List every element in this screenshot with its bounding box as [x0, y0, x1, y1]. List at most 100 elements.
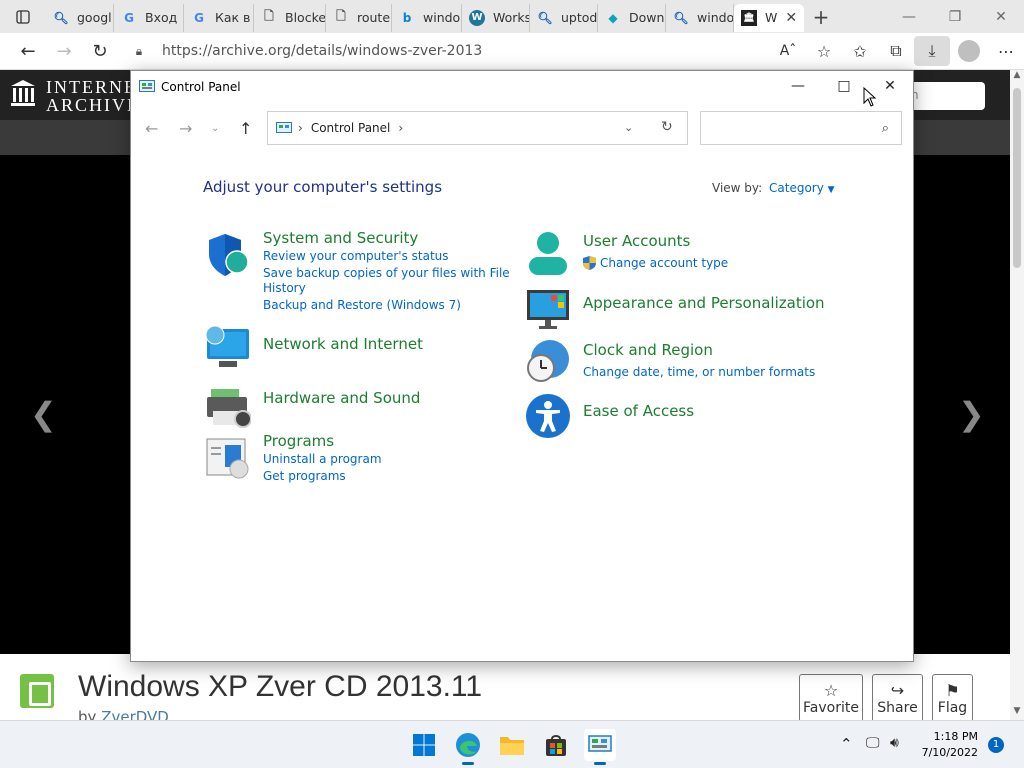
store-bag-icon — [546, 735, 566, 756]
link-get-programs[interactable]: Get programs — [263, 469, 346, 483]
programs-icon[interactable] — [205, 435, 251, 481]
user-accounts-icon[interactable] — [525, 231, 571, 277]
file-explorer-taskbar-button[interactable] — [496, 729, 528, 761]
page-scrollbar[interactable]: ▲ ▼ — [1010, 70, 1024, 720]
close-tab-icon[interactable]: ✕ — [785, 10, 797, 26]
breadcrumb-chevron-icon[interactable]: › — [398, 121, 403, 135]
carousel-next-icon[interactable]: ❯ — [958, 395, 985, 433]
collections-button[interactable]: ⧉ — [878, 36, 914, 66]
windows-start-icon — [413, 734, 435, 756]
cp-address-bar[interactable]: › Control Panel › ⌄ ↻ — [267, 111, 688, 145]
restore-icon[interactable]: ❐ — [932, 9, 978, 25]
cp-minimize-icon[interactable]: — — [775, 71, 821, 101]
browser-tab[interactable]: 🔍︎ googl — [46, 3, 114, 32]
address-bar[interactable]: 🔒︎ https://archive.org/details/windows-z… — [124, 36, 654, 66]
close-window-icon[interactable]: ✕ — [978, 9, 1024, 25]
control-panel-title-bar[interactable]: Control Panel — □ ✕ — [131, 71, 913, 103]
category-user-accounts[interactable]: User Accounts — [583, 232, 690, 250]
network-tray-icon[interactable]: 🖵︎ — [866, 735, 880, 751]
link-file-history[interactable]: Save backup copies of your files with Fi… — [263, 266, 510, 280]
forward-button[interactable]: → — [46, 36, 82, 66]
store-taskbar-button[interactable] — [540, 729, 572, 761]
control-panel-icon — [276, 121, 292, 133]
shield-icon[interactable] — [205, 232, 251, 278]
browser-tab[interactable]: G Вход — [114, 3, 184, 32]
link-file-history-cont[interactable]: History — [263, 281, 306, 295]
refresh-button[interactable]: ↻ — [82, 36, 118, 66]
read-aloud-button[interactable]: Aˆ — [770, 36, 806, 66]
browser-tab-active[interactable]: 🏛︎ W ✕ — [734, 3, 804, 32]
archive-logo[interactable]: INTERNE ARCHIVE — [10, 78, 140, 114]
favorites-button[interactable]: ✩ — [842, 36, 878, 66]
cp-back-icon[interactable]: ← — [145, 119, 158, 138]
browser-tab[interactable]: 🗋 Blocke — [254, 3, 326, 32]
profile-avatar[interactable] — [958, 40, 980, 62]
cp-maximize-icon[interactable]: □ — [821, 71, 867, 101]
scroll-thumb[interactable] — [1013, 88, 1021, 268]
diamond-icon: ◆ — [608, 10, 618, 25]
category-appearance[interactable]: Appearance and Personalization — [583, 294, 825, 312]
recent-locations-icon[interactable]: ⌄ — [211, 123, 219, 134]
cp-up-icon[interactable]: ↑ — [239, 119, 252, 138]
category-programs[interactable]: Programs — [263, 432, 334, 450]
category-ease-of-access[interactable]: Ease of Access — [583, 402, 694, 420]
link-change-account-type[interactable]: Change account type — [600, 256, 728, 270]
address-url[interactable]: https://archive.org/details/windows-zver… — [162, 43, 482, 59]
category-system-security[interactable]: System and Security — [263, 229, 418, 247]
back-button[interactable]: ← — [10, 36, 46, 66]
archive-search-input[interactable]: h — [905, 82, 985, 110]
start-button[interactable] — [408, 729, 440, 761]
appearance-monitor-icon[interactable] — [525, 286, 571, 332]
address-dropdown-icon[interactable]: ⌄ — [624, 121, 633, 134]
share-button[interactable]: ↪ Share — [872, 674, 923, 722]
link-uninstall-program[interactable]: Uninstall a program — [263, 452, 382, 466]
browser-tab[interactable]: 🔍︎ uptod — [530, 3, 598, 32]
view-by-dropdown[interactable]: Category ▼ — [769, 181, 835, 195]
downloads-button[interactable]: ⤓ — [914, 36, 950, 66]
scroll-down-icon[interactable]: ▼ — [1010, 706, 1024, 716]
cp-refresh-icon[interactable]: ↻ — [661, 119, 673, 135]
flag-button[interactable]: ⚑ Flag — [932, 674, 973, 722]
toolbar-right-actions: Aˆ ☆ ✩ ⧉ ⤓ ⋯ — [770, 36, 1024, 66]
tab-actions-button[interactable] — [0, 0, 46, 33]
favorite-button[interactable]: ☆ Favorite — [799, 674, 863, 722]
control-panel-window: Control Panel — □ ✕ ← → ⌄ ↑ › Control Pa… — [130, 70, 914, 662]
edge-icon — [456, 733, 480, 757]
category-network[interactable]: Network and Internet — [263, 335, 423, 353]
browser-tab[interactable]: G Как в — [184, 3, 254, 32]
settings-more-button[interactable]: ⋯ — [988, 36, 1024, 66]
link-review-status[interactable]: Review your computer's status — [263, 249, 449, 263]
minimize-icon[interactable]: — — [886, 9, 932, 25]
cp-forward-icon[interactable]: → — [179, 119, 192, 138]
edge-taskbar-button[interactable] — [452, 729, 484, 765]
category-hardware[interactable]: Hardware and Sound — [263, 389, 420, 407]
browser-tab[interactable]: 🗋 router — [326, 3, 392, 32]
wordpress-icon: W — [469, 9, 485, 26]
new-tab-button[interactable]: + — [804, 5, 838, 29]
notification-badge[interactable]: 1 — [988, 737, 1004, 753]
volume-tray-icon[interactable]: 🔊︎ — [890, 735, 899, 751]
link-backup-restore[interactable]: Backup and Restore (Windows 7) — [263, 298, 461, 312]
printer-icon[interactable] — [205, 385, 251, 431]
system-clock[interactable]: 1:18 PM 7/10/2022 — [900, 729, 978, 761]
google-icon: G — [124, 10, 134, 25]
control-panel-icon — [139, 80, 155, 92]
ease-of-access-icon[interactable] — [525, 393, 571, 439]
browser-tab[interactable]: b windo — [392, 3, 462, 32]
archive-temple-icon — [11, 80, 35, 106]
link-change-date-formats[interactable]: Change date, time, or number formats — [583, 365, 815, 379]
category-clock-region[interactable]: Clock and Region — [583, 341, 713, 359]
breadcrumb[interactable]: Control Panel — [311, 121, 391, 135]
control-panel-taskbar-button[interactable] — [584, 729, 616, 765]
browser-tab[interactable]: 🔍︎ windo — [666, 3, 734, 32]
carousel-prev-icon[interactable]: ❮ — [30, 395, 57, 433]
browser-tab[interactable]: W Works — [462, 3, 530, 32]
cp-search-input[interactable]: ⌕ — [700, 111, 902, 145]
clock-globe-icon[interactable] — [525, 338, 571, 384]
forward-arrow-icon: → — [56, 40, 72, 62]
show-hidden-icons-chevron[interactable]: ⌃ — [840, 735, 853, 753]
network-globe-icon[interactable] — [205, 325, 251, 371]
scroll-up-icon[interactable]: ▲ — [1010, 70, 1024, 80]
browser-tab[interactable]: ◆ Down — [598, 3, 666, 32]
add-favorite-button[interactable]: ☆ — [806, 36, 842, 66]
